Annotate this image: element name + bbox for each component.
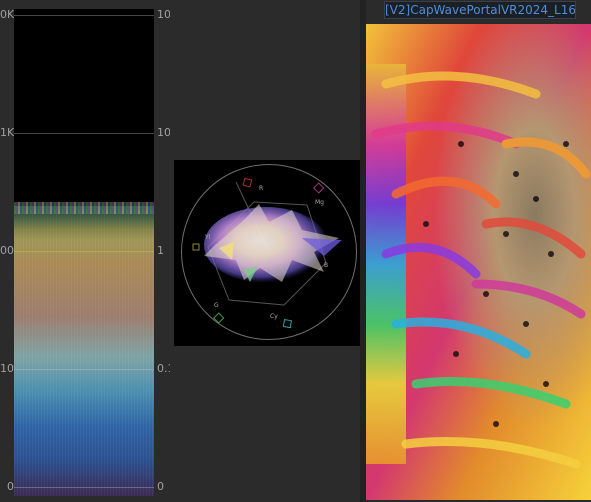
target-label-b: B bbox=[324, 262, 328, 269]
target-box-g bbox=[213, 312, 225, 324]
target-box-yl bbox=[192, 243, 200, 251]
tick-label-right: 10 bbox=[157, 126, 171, 139]
target-box-r bbox=[242, 177, 253, 188]
tick-label-left: 0K bbox=[0, 9, 14, 21]
tick-label-right: 0 bbox=[157, 480, 164, 493]
target-box-cy bbox=[282, 318, 293, 329]
vectorscope: R Mg B Cy G Yl bbox=[174, 160, 360, 346]
grid-line bbox=[14, 133, 154, 134]
grid-line bbox=[14, 369, 154, 370]
tick-label-right: 1 bbox=[157, 244, 164, 257]
waveform-trace bbox=[14, 206, 154, 496]
grid-line bbox=[14, 15, 154, 16]
tick-label-left: 00 bbox=[0, 245, 14, 257]
clip-title-tab[interactable]: [V2]CapWavePortalVR2024_L16 bbox=[384, 1, 576, 19]
target-label-g: G bbox=[214, 302, 219, 309]
video-frame bbox=[366, 24, 591, 500]
target-label-yl: Yl bbox=[204, 234, 211, 241]
grid-line bbox=[14, 487, 154, 488]
tick-label-left: 0 bbox=[7, 481, 14, 493]
tick-label-left: 10 bbox=[0, 363, 14, 375]
grid-line bbox=[14, 251, 154, 252]
video-viewer[interactable] bbox=[366, 24, 591, 500]
tick-label-left: 1K bbox=[0, 127, 14, 139]
target-label-mg: Mg bbox=[315, 199, 324, 206]
target-box-mg bbox=[313, 182, 325, 194]
target-label-cy: Cy bbox=[270, 313, 278, 320]
waveform-scope bbox=[14, 9, 154, 496]
vectorscope-plot: R Mg B Cy G Yl bbox=[192, 177, 342, 329]
waveform-peak-band bbox=[14, 202, 154, 214]
target-label-r: R bbox=[259, 185, 263, 192]
trace-blob bbox=[204, 204, 342, 283]
